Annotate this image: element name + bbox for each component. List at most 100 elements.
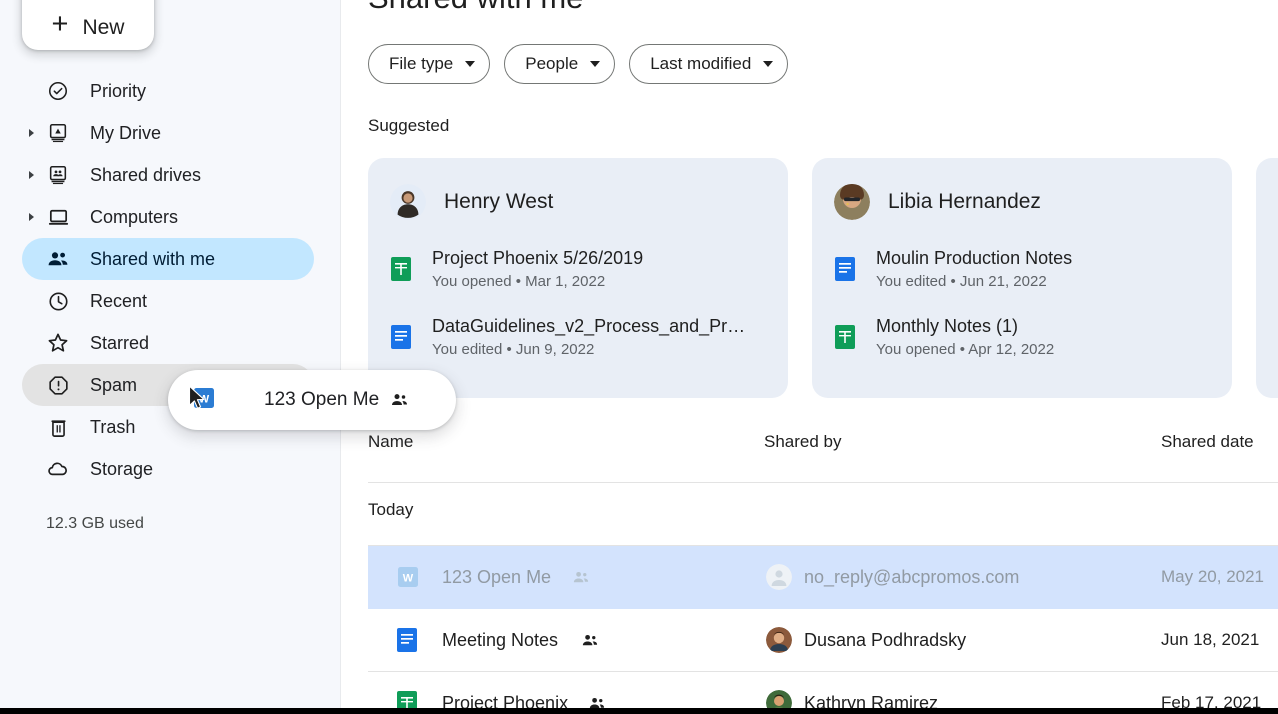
trash-icon bbox=[46, 415, 70, 439]
avatar bbox=[834, 184, 870, 220]
suggested-cards-row: Henry West Project Phoenix 5/26/2019 You… bbox=[368, 158, 1278, 398]
sidebar-item-label: My Drive bbox=[90, 124, 161, 142]
avatar bbox=[390, 184, 426, 220]
filter-chip-last-modified[interactable]: Last modified bbox=[629, 44, 788, 84]
drag-preview-chip[interactable]: W 123 Open Me bbox=[168, 370, 456, 430]
chevron-right-icon[interactable] bbox=[29, 171, 34, 179]
card-owner-name: Henry West bbox=[444, 190, 553, 214]
svg-text:W: W bbox=[403, 573, 414, 585]
shared-people-icon bbox=[580, 631, 599, 650]
table-row[interactable]: W 123 Open Me no_reply@abcpromos.com May… bbox=[368, 546, 1278, 609]
suggested-card[interactable]: Libia Hernandez Moulin Production Notes … bbox=[812, 158, 1232, 398]
new-button[interactable]: + New bbox=[22, 0, 154, 50]
filter-chip-people[interactable]: People bbox=[504, 44, 615, 84]
suggested-card[interactable]: Henry West Project Phoenix 5/26/2019 You… bbox=[368, 158, 788, 398]
card-owner: Henry West bbox=[390, 182, 766, 222]
sidebar-item-computers[interactable]: Computers bbox=[22, 196, 314, 238]
chevron-down-icon bbox=[465, 61, 475, 67]
column-header-name[interactable]: Name bbox=[368, 432, 413, 452]
sidebar-item-shared-drives[interactable]: Shared drives bbox=[22, 154, 314, 196]
table-row-shared-date: Jun 18, 2021 bbox=[1161, 630, 1259, 650]
card-file-meta: You edited • Jun 21, 2022 bbox=[876, 273, 1072, 290]
filter-chip-row: File type People Last modified bbox=[368, 44, 788, 84]
filter-chip-label: People bbox=[525, 54, 578, 74]
card-file-texts: Monthly Notes (1) You opened • Apr 12, 2… bbox=[876, 316, 1054, 358]
filter-chip-file-type[interactable]: File type bbox=[368, 44, 490, 84]
my-drive-icon bbox=[46, 121, 70, 145]
sidebar-item-shared-with-me[interactable]: Shared with me bbox=[22, 238, 314, 280]
card-file-meta: You opened • Apr 12, 2022 bbox=[876, 341, 1054, 358]
table-row-shared-by: no_reply@abcpromos.com bbox=[804, 567, 1019, 588]
word-doc-icon: W bbox=[396, 565, 420, 589]
card-file-texts: Moulin Production Notes You edited • Jun… bbox=[876, 248, 1072, 290]
docs-icon bbox=[390, 324, 412, 350]
docs-icon bbox=[834, 256, 856, 282]
bottom-bar bbox=[0, 708, 1278, 714]
sidebar-item-priority[interactable]: Priority bbox=[22, 70, 314, 112]
people-icon bbox=[46, 247, 70, 271]
sidebar-item-label: Priority bbox=[90, 82, 146, 100]
column-header-shared-by[interactable]: Shared by bbox=[764, 432, 842, 452]
cloud-icon bbox=[46, 457, 70, 481]
table-row[interactable]: Meeting Notes Dusana Podhradsky Jun 18, … bbox=[368, 609, 1278, 672]
drive-app: + New Priority My Drive bbox=[0, 0, 1278, 714]
sidebar-item-label: Starred bbox=[90, 334, 149, 352]
drag-chip-label: 123 Open Me bbox=[264, 389, 379, 411]
clock-icon bbox=[46, 289, 70, 313]
shared-people-icon bbox=[389, 390, 409, 410]
sidebar-item-label: Trash bbox=[90, 418, 135, 436]
card-file-item[interactable]: Moulin Production Notes You edited • Jun… bbox=[834, 248, 1210, 290]
storage-used-label: 12.3 GB used bbox=[46, 515, 144, 533]
sheets-icon bbox=[390, 256, 412, 282]
sidebar-item-starred[interactable]: Starred bbox=[22, 322, 314, 364]
chevron-down-icon bbox=[763, 61, 773, 67]
sidebar-item-label: Shared drives bbox=[90, 166, 201, 184]
column-header-shared-date[interactable]: Shared date bbox=[1161, 432, 1254, 452]
table-header: Name Shared by Shared date bbox=[368, 432, 1252, 468]
check-circle-icon bbox=[46, 79, 70, 103]
table-header-divider bbox=[368, 482, 1278, 483]
sidebar-item-my-drive[interactable]: My Drive bbox=[22, 112, 314, 154]
card-file-texts: Project Phoenix 5/26/2019 You opened • M… bbox=[432, 248, 643, 290]
sidebar-item-storage[interactable]: Storage bbox=[22, 448, 314, 490]
plus-icon: + bbox=[52, 10, 69, 39]
suggested-card-partial[interactable] bbox=[1256, 158, 1278, 398]
report-icon bbox=[46, 373, 70, 397]
page-title: Shared with me bbox=[368, 0, 583, 16]
new-button-label: New bbox=[82, 17, 124, 38]
chevron-right-icon[interactable] bbox=[29, 213, 34, 221]
card-file-item[interactable]: Monthly Notes (1) You opened • Apr 12, 2… bbox=[834, 316, 1210, 358]
sidebar-item-label: Spam bbox=[90, 376, 137, 394]
sidebar-item-label: Storage bbox=[90, 460, 153, 478]
docs-icon bbox=[396, 627, 418, 653]
card-file-item[interactable]: DataGuidelines_v2_Process_and_Pr… You ed… bbox=[390, 316, 766, 358]
sheets-icon bbox=[834, 324, 856, 350]
filter-chip-label: Last modified bbox=[650, 54, 751, 74]
table-group-label: Today bbox=[368, 500, 413, 520]
card-file-name: DataGuidelines_v2_Process_and_Pr… bbox=[432, 316, 745, 337]
card-file-texts: DataGuidelines_v2_Process_and_Pr… You ed… bbox=[432, 316, 745, 358]
computer-icon bbox=[46, 205, 70, 229]
card-file-meta: You opened • Mar 1, 2022 bbox=[432, 273, 643, 290]
filter-chip-label: File type bbox=[389, 54, 453, 74]
card-owner: Libia Hernandez bbox=[834, 182, 1210, 222]
chevron-right-icon[interactable] bbox=[29, 129, 34, 137]
avatar bbox=[766, 564, 792, 590]
table-row-name: Meeting Notes bbox=[442, 630, 558, 651]
shared-people-icon bbox=[571, 568, 590, 587]
table-row-shared-date: May 20, 2021 bbox=[1161, 567, 1264, 587]
avatar bbox=[766, 627, 792, 653]
svg-text:W: W bbox=[199, 393, 210, 405]
sidebar-item-label: Recent bbox=[90, 292, 147, 310]
card-file-item[interactable]: Project Phoenix 5/26/2019 You opened • M… bbox=[390, 248, 766, 290]
sidebar: + New Priority My Drive bbox=[0, 0, 341, 708]
table-row-shared-by: Dusana Podhradsky bbox=[804, 630, 966, 651]
star-icon bbox=[46, 331, 70, 355]
card-file-meta: You edited • Jun 9, 2022 bbox=[432, 341, 745, 358]
card-file-name: Project Phoenix 5/26/2019 bbox=[432, 248, 643, 269]
sidebar-item-recent[interactable]: Recent bbox=[22, 280, 314, 322]
sidebar-item-label: Computers bbox=[90, 208, 178, 226]
shared-drives-icon bbox=[46, 163, 70, 187]
card-owner-name: Libia Hernandez bbox=[888, 190, 1041, 214]
chevron-down-icon bbox=[590, 61, 600, 67]
